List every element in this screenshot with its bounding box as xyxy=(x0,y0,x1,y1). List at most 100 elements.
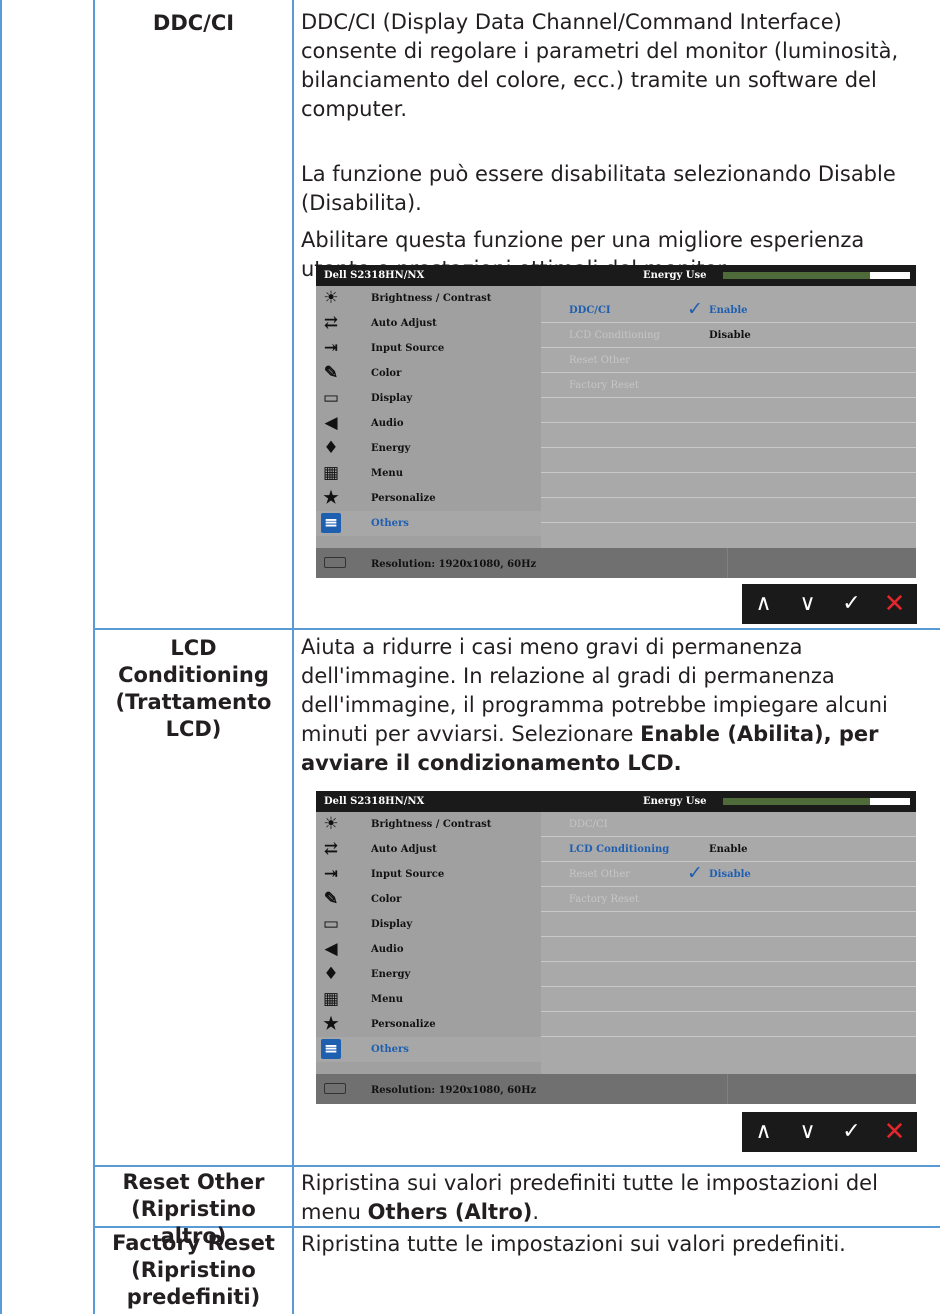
table-border-left xyxy=(0,0,2,1314)
osd-nav-buttons: ∧ ∨ ✓ ✕ xyxy=(742,584,917,624)
check-icon[interactable]: ✓ xyxy=(830,1112,873,1152)
name-line: LCD xyxy=(170,636,217,660)
osd-menu-energy[interactable]: ♦ Energy xyxy=(316,436,541,461)
input-source-icon: ⇥ xyxy=(323,338,339,358)
osd-menu-label: Input Source xyxy=(371,343,445,354)
osd-row-reset-other[interactable]: Reset Other xyxy=(541,348,916,373)
brightness-icon: ☀ xyxy=(323,288,339,308)
osd-menu-color[interactable]: ✎ Color xyxy=(316,887,541,912)
energy-icon: ♦ xyxy=(323,438,339,458)
up-arrow-icon[interactable]: ∧ xyxy=(742,1112,785,1152)
up-arrow-icon[interactable]: ∧ xyxy=(742,584,785,624)
name-line: (Ripristino xyxy=(131,1258,256,1282)
osd-menu-label: Display xyxy=(371,393,413,404)
osd-panel-ddcci: Dell S2318HN/NX Energy Use ☀ Brightness /… xyxy=(316,265,916,578)
osd-menu-auto-adjust[interactable]: ⇄ Auto Adjust xyxy=(316,311,541,336)
osd-resolution: Resolution: 1920x1080, 60Hz xyxy=(371,559,537,570)
osd-row-ddcci[interactable]: DDC/CI xyxy=(541,812,916,837)
osd-main-menu: ☀ Brightness / Contrast ⇄ Auto Adjust ⇥ Inp… xyxy=(316,286,541,548)
osd-menu-label: Brightness / Contrast xyxy=(371,819,492,830)
osd-model-name: Dell S2318HN/NX xyxy=(324,270,425,281)
osd-menu-audio[interactable]: ◀ Audio xyxy=(316,411,541,436)
osd-menu-label: Color xyxy=(371,894,402,905)
osd-row-label: Reset Other xyxy=(569,355,631,366)
factory-reset-description: Ripristina tutte le impostazioni sui val… xyxy=(301,1232,846,1256)
osd-menu-label: Auto Adjust xyxy=(371,318,437,329)
osd-menu-others[interactable]: ≡ Others xyxy=(316,1037,541,1062)
osd-footer: Resolution: 1920x1080, 60Hz xyxy=(316,1074,916,1104)
osd-menu-display[interactable]: ▭ Display xyxy=(316,386,541,411)
auto-adjust-icon: ⇄ xyxy=(323,839,339,859)
brightness-icon: ☀ xyxy=(323,814,339,834)
osd-row-factory-reset[interactable]: Factory Reset xyxy=(541,373,916,398)
osd-header: Dell S2318HN/NX Energy Use xyxy=(316,791,916,812)
audio-icon: ◀ xyxy=(324,939,338,959)
others-icon: ≡ xyxy=(321,1039,341,1059)
down-arrow-icon[interactable]: ∨ xyxy=(786,1112,829,1152)
table-border-col2 xyxy=(292,0,294,1314)
osd-row-value[interactable]: Enable xyxy=(709,305,748,316)
osd-menu-label: Audio xyxy=(371,944,404,955)
osd-menu-label: Others xyxy=(371,1044,409,1055)
osd-model-name: Dell S2318HN/NX xyxy=(324,796,425,807)
osd-row-label: DDC/CI xyxy=(569,305,611,316)
osd-menu-audio[interactable]: ◀ Audio xyxy=(316,937,541,962)
close-icon[interactable]: ✕ xyxy=(873,1112,916,1152)
close-icon[interactable]: ✕ xyxy=(873,584,916,624)
name-line: Reset Other xyxy=(122,1170,265,1194)
osd-row-ddcci[interactable]: DDC/CI ✓ Enable xyxy=(541,298,916,323)
others-icon: ≡ xyxy=(321,513,341,533)
osd-menu-menu[interactable]: ▦ Menu xyxy=(316,461,541,486)
osd-menu-energy[interactable]: ♦ Energy xyxy=(316,962,541,987)
energy-use-bar xyxy=(723,798,910,805)
name-line: Conditioning xyxy=(118,663,269,687)
osd-row-label: LCD Conditioning xyxy=(569,844,670,855)
osd-menu-label: Auto Adjust xyxy=(371,844,437,855)
osd-menu-label: Color xyxy=(371,368,402,379)
display-icon: ▭ xyxy=(322,914,340,934)
row-divider-2 xyxy=(93,1165,940,1167)
osd-row-empty xyxy=(541,398,916,423)
osd-menu-label: Display xyxy=(371,919,413,930)
input-source-icon: ⇥ xyxy=(323,864,339,884)
lcd-conditioning-description: Aiuta a ridurre i casi meno gravi di per… xyxy=(301,635,888,775)
osd-row-value[interactable]: Disable xyxy=(709,869,751,880)
osd-menu-label: Brightness / Contrast xyxy=(371,293,492,304)
osd-menu-others[interactable]: ≡ Others xyxy=(316,511,541,536)
osd-menu-label: Audio xyxy=(371,418,404,429)
color-icon: ✎ xyxy=(323,363,339,383)
down-arrow-icon[interactable]: ∨ xyxy=(786,584,829,624)
osd-row-factory-reset[interactable]: Factory Reset xyxy=(541,887,916,912)
osd-row-reset-other[interactable]: Reset Other ✓ Disable xyxy=(541,862,916,887)
osd-menu-brightness[interactable]: ☀ Brightness / Contrast xyxy=(316,812,541,837)
osd-menu-input-source[interactable]: ⇥ Input Source xyxy=(316,862,541,887)
osd-row-label: Factory Reset xyxy=(569,894,639,905)
osd-menu-personalize[interactable]: ★ Personalize xyxy=(316,1012,541,1037)
ddcci-disable-note: La funzione può essere disabilitata sele… xyxy=(301,162,896,215)
energy-use-bar xyxy=(723,272,910,279)
osd-row-empty xyxy=(541,498,916,523)
check-icon[interactable]: ✓ xyxy=(830,584,873,624)
osd-row-lcd-conditioning[interactable]: LCD Conditioning Disable xyxy=(541,323,916,348)
osd-menu-label: Energy xyxy=(371,969,411,980)
osd-row-value[interactable]: Enable xyxy=(709,844,748,855)
star-icon: ★ xyxy=(323,488,339,508)
osd-menu-auto-adjust[interactable]: ⇄ Auto Adjust xyxy=(316,837,541,862)
osd-menu-brightness[interactable]: ☀ Brightness / Contrast xyxy=(316,286,541,311)
row-divider-1 xyxy=(93,628,940,630)
osd-submenu: DDC/CI ✓ Enable LCD Conditioning Disable Re… xyxy=(541,286,916,548)
osd-menu-menu[interactable]: ▦ Menu xyxy=(316,987,541,1012)
osd-panel-lcd: Dell S2318HN/NX Energy Use ☀ Brightness /… xyxy=(316,791,916,1104)
osd-menu-label: Others xyxy=(371,518,409,529)
row-name-lcd-conditioning: LCD Conditioning (Trattamento LCD) xyxy=(95,635,292,743)
osd-menu-personalize[interactable]: ★ Personalize xyxy=(316,486,541,511)
osd-row-lcd-conditioning[interactable]: LCD Conditioning Enable xyxy=(541,837,916,862)
osd-row-value[interactable]: Disable xyxy=(709,330,751,341)
osd-resolution: Resolution: 1920x1080, 60Hz xyxy=(371,1085,537,1096)
osd-menu-input-source[interactable]: ⇥ Input Source xyxy=(316,336,541,361)
osd-header: Dell S2318HN/NX Energy Use xyxy=(316,265,916,286)
osd-nav-buttons: ∧ ∨ ✓ ✕ xyxy=(742,1112,917,1152)
osd-menu-color[interactable]: ✎ Color xyxy=(316,361,541,386)
osd-menu-display[interactable]: ▭ Display xyxy=(316,912,541,937)
osd-row-empty xyxy=(541,448,916,473)
